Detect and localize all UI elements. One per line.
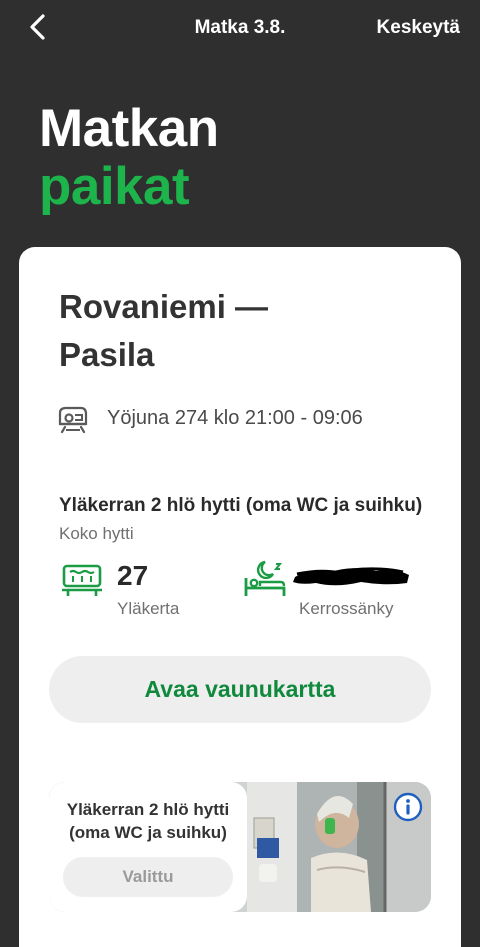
train-info: Yöjuna 274 klo 21:00 - 09:06 [107, 407, 363, 429]
page-heading: Matkan paikat [39, 100, 219, 216]
option-title: Yläkerran 2 hlö hytti (oma WC ja suihku) [66, 800, 230, 842]
cancel-button[interactable]: Keskeytä [377, 17, 460, 39]
cabin-type: Yläkerran 2 hlö hytti (oma WC ja suihku) [59, 495, 423, 516]
cabin-seat-icon [62, 564, 102, 596]
cabin-option-card[interactable]: Yläkerran 2 hlö hytti (oma WC ja suihku)… [49, 782, 431, 912]
seat-number: 27 [117, 560, 149, 591]
heading-line-1: Matkan [39, 99, 219, 158]
route-title: Rovaniemi — Pasila [59, 283, 268, 379]
info-icon[interactable] [393, 792, 423, 822]
train-icon [58, 406, 88, 434]
selected-button[interactable]: Valittu [63, 857, 233, 897]
route-from: Rovaniemi — [59, 288, 269, 325]
chevron-left-icon[interactable] [24, 12, 54, 42]
heading-line-2: paikat [39, 157, 190, 216]
option-panel: Yläkerran 2 hlö hytti (oma WC ja suihku)… [49, 782, 247, 912]
open-car-map-button[interactable]: Avaa vaunukartta [49, 656, 431, 723]
seat-label: Yläkerta [117, 599, 180, 618]
seat-card: Rovaniemi — Pasila Yöjuna 274 klo 21:00 … [19, 247, 461, 947]
top-bar: Matka 3.8. Keskeytä [0, 0, 480, 56]
bed-label: Kerrossänky [299, 599, 394, 618]
redacted-berth [293, 567, 409, 586]
bed-moon-icon [244, 560, 286, 596]
cabin-subtitle: Koko hytti [59, 524, 134, 543]
route-to: Pasila [59, 336, 155, 373]
